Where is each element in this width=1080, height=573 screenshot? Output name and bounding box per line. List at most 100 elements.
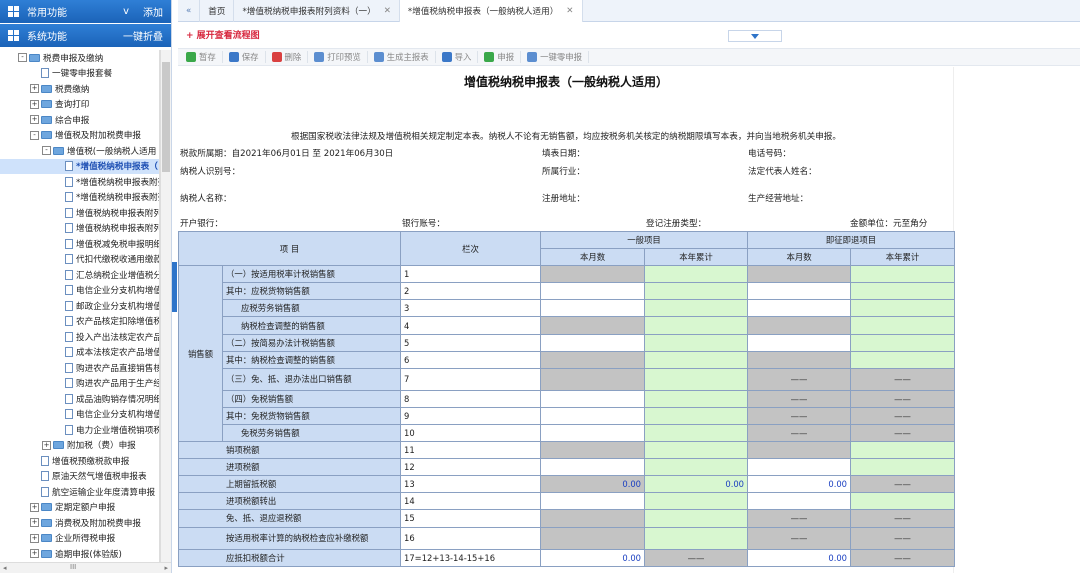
- collapse-icon[interactable]: -: [18, 53, 27, 63]
- expand-flowchart-link[interactable]: + 展开查看流程图: [186, 28, 260, 41]
- amount-cell[interactable]: [747, 458, 852, 477]
- tab-item[interactable]: 首页: [200, 0, 235, 22]
- amount-cell[interactable]: [747, 333, 852, 352]
- tree-node[interactable]: 邮政企业分支机构增值税: [0, 298, 159, 314]
- tab-item[interactable]: *增值税纳税申报表附列资料（一） ✕: [234, 0, 400, 22]
- panel-dropdown[interactable]: [728, 30, 782, 42]
- tree-node[interactable]: + 附加税（费）申报: [0, 438, 159, 454]
- tree-node[interactable]: 购进农产品用于生产经营: [0, 376, 159, 392]
- tree-node[interactable]: 电力企业增值税销项税额: [0, 422, 159, 438]
- amount-cell[interactable]: [540, 423, 646, 443]
- add-button[interactable]: 添加: [143, 4, 163, 19]
- amount-cell[interactable]: 0.00: [644, 475, 749, 494]
- amount-cell[interactable]: [850, 492, 956, 511]
- amount-cell[interactable]: [850, 441, 956, 460]
- expand-icon[interactable]: +: [42, 440, 51, 450]
- toolbar-button[interactable]: 导入: [436, 51, 479, 63]
- amount-cell[interactable]: 0.00: [747, 475, 852, 494]
- tree-node[interactable]: 原油天然气增值税申报表: [0, 469, 159, 485]
- expand-icon[interactable]: +: [30, 518, 39, 528]
- amount-cell[interactable]: [644, 265, 749, 284]
- tree-node[interactable]: 汇总纳税企业增值税分配: [0, 267, 159, 283]
- tree-node[interactable]: 增值税纳税申报表附列资: [0, 221, 159, 237]
- expand-icon[interactable]: +: [30, 502, 39, 512]
- amount-cell[interactable]: [644, 282, 749, 301]
- amount-cell[interactable]: [747, 492, 852, 511]
- collapse-icon[interactable]: -: [42, 146, 51, 156]
- amount-cell[interactable]: [644, 406, 749, 425]
- tree-node[interactable]: 代扣代缴税收通用缴款书: [0, 252, 159, 268]
- tree-node[interactable]: 农产品核定扣除增值税进: [0, 314, 159, 330]
- tree-node[interactable]: 购进农产品直接销售核定: [0, 360, 159, 376]
- tree-node[interactable]: 增值税减免税申报明细表: [0, 236, 159, 252]
- amount-cell[interactable]: [644, 367, 749, 391]
- amount-cell[interactable]: [644, 316, 749, 335]
- tree-node[interactable]: + 逾期申报(体验版): [0, 546, 159, 562]
- toolbar-button[interactable]: 删除: [266, 51, 309, 63]
- scrollbar-thumb[interactable]: [162, 62, 170, 172]
- tree-node[interactable]: + 税费缴纳: [0, 81, 159, 97]
- amount-cell[interactable]: [747, 282, 852, 301]
- amount-cell[interactable]: [850, 265, 956, 284]
- amount-cell[interactable]: [644, 333, 749, 352]
- tree-node[interactable]: *增值税纳税申报表附列: [0, 190, 159, 206]
- tree-node[interactable]: 投入产出法核定农产品增: [0, 329, 159, 345]
- expand-icon[interactable]: +: [30, 115, 39, 125]
- amount-cell[interactable]: [540, 458, 646, 477]
- system-functions-header[interactable]: 系统功能 一键折叠: [0, 24, 171, 48]
- expand-icon[interactable]: +: [30, 84, 39, 94]
- amount-cell[interactable]: [644, 389, 749, 408]
- tree-node[interactable]: - 增值税及附加税费申报: [0, 128, 159, 144]
- amount-cell[interactable]: [644, 423, 749, 443]
- tree-node[interactable]: + 企业所得税申报: [0, 531, 159, 547]
- collapse-icon[interactable]: -: [30, 130, 39, 140]
- tab-item[interactable]: *增值税纳税申报表（一般纳税人适用） ✕: [399, 0, 583, 22]
- amount-cell[interactable]: [644, 350, 749, 369]
- toolbar-button[interactable]: 保存: [223, 51, 266, 63]
- toolbar-button[interactable]: 申报: [478, 51, 522, 63]
- amount-cell[interactable]: [540, 299, 646, 318]
- sidebar-scrollbar[interactable]: [160, 50, 171, 562]
- toolbar-button[interactable]: 打印预览: [308, 51, 368, 63]
- common-functions-header[interactable]: 常用功能 v 添加: [0, 0, 171, 24]
- amount-cell[interactable]: [540, 333, 646, 352]
- amount-cell[interactable]: [850, 333, 956, 352]
- amount-cell[interactable]: [540, 492, 646, 511]
- amount-cell[interactable]: [644, 441, 749, 460]
- toolbar-button[interactable]: 生成主报表: [368, 51, 436, 63]
- tree-node[interactable]: 增值税预缴税款申报: [0, 453, 159, 469]
- tree-node[interactable]: 电信企业分支机构增值税: [0, 283, 159, 299]
- toolbar-button[interactable]: 一键零申报: [521, 51, 589, 63]
- tree-node[interactable]: 电信企业分支机构增值税: [0, 407, 159, 423]
- amount-cell[interactable]: [850, 282, 956, 301]
- toolbar-button[interactable]: 暂存: [180, 51, 223, 63]
- amount-cell[interactable]: 0.00: [540, 548, 646, 567]
- tree-node[interactable]: *增值税纳税申报表（: [0, 158, 159, 174]
- amount-cell[interactable]: [644, 492, 749, 511]
- tree-node[interactable]: - 增值税(一般纳税人适用: [0, 143, 159, 159]
- tree-node[interactable]: *增值税纳税申报表附列: [0, 174, 159, 190]
- close-icon[interactable]: ✕: [384, 6, 391, 16]
- tree-node[interactable]: + 查询打印: [0, 97, 159, 113]
- amount-cell[interactable]: [644, 458, 749, 477]
- sidebar-collapse-handle[interactable]: [172, 262, 177, 312]
- sidebar-hscrollbar[interactable]: ◂ III ▸: [0, 562, 171, 573]
- amount-cell[interactable]: [850, 350, 956, 369]
- amount-cell[interactable]: [540, 389, 646, 408]
- amount-cell[interactable]: [644, 299, 749, 318]
- amount-cell[interactable]: 0.00: [747, 548, 852, 567]
- tab-nav-back[interactable]: «: [178, 0, 201, 22]
- tree-node[interactable]: - 税费申报及缴纳: [0, 50, 159, 66]
- amount-cell[interactable]: [540, 406, 646, 425]
- tree-node[interactable]: 成品油购销存情况明细表: [0, 391, 159, 407]
- tree-node[interactable]: + 综合申报: [0, 112, 159, 128]
- expand-icon[interactable]: +: [30, 533, 39, 543]
- close-icon[interactable]: ✕: [566, 6, 573, 16]
- amount-cell[interactable]: [850, 458, 956, 477]
- amount-cell[interactable]: [644, 526, 749, 550]
- tree-node[interactable]: + 定期定额户申报: [0, 500, 159, 516]
- tree-node[interactable]: 一键零申报套餐: [0, 66, 159, 82]
- amount-cell[interactable]: [850, 299, 956, 318]
- tree-node[interactable]: 增值税纳税申报表附列资: [0, 205, 159, 221]
- amount-cell[interactable]: [747, 299, 852, 318]
